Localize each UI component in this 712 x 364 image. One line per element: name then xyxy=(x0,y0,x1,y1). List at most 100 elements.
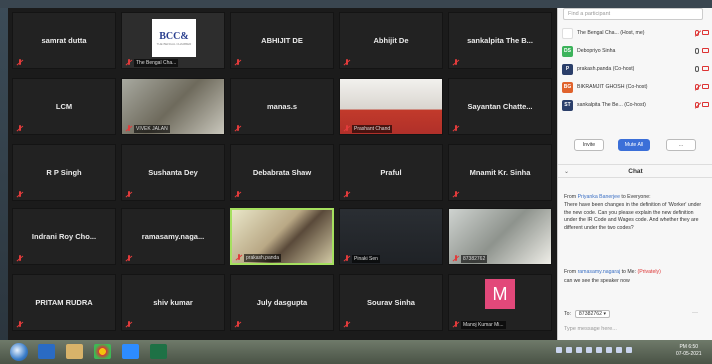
participant-status-icons xyxy=(695,84,709,90)
participant-video-tile[interactable]: prakash.panda xyxy=(230,208,334,265)
participant-video-tile[interactable]: Praful xyxy=(339,144,443,201)
mic-muted-icon xyxy=(452,255,460,262)
participant-search-input[interactable]: Find a participant xyxy=(563,8,703,20)
mute-all-button[interactable]: Mute All xyxy=(618,139,650,151)
participant-video-tile[interactable]: shiv kumar xyxy=(121,274,225,331)
mic-muted-icon[interactable] xyxy=(695,30,699,36)
chat-from-prefix: From xyxy=(564,269,577,275)
participant-row[interactable]: The Bengal Cha... (Host, me) xyxy=(562,25,709,41)
participant-video-tile[interactable]: ramasamy.naga... xyxy=(121,208,225,265)
mic-muted-icon xyxy=(234,321,242,328)
video-off-icon[interactable] xyxy=(702,66,709,71)
participant-name: Indrani Roy Cho... xyxy=(31,231,97,241)
video-off-icon[interactable] xyxy=(702,84,709,89)
participant-video-tile[interactable]: PRITAM RUDRA xyxy=(12,274,116,331)
mic-muted-icon xyxy=(234,191,242,198)
zoom-gallery-view: samrat dutta BCC& THE BENGAL CHAMBER The Be… xyxy=(8,8,556,340)
ie-icon[interactable] xyxy=(38,344,55,359)
chat-recipient-select[interactable]: 87382762 ▾ xyxy=(574,310,611,318)
chat-message-input[interactable]: Type message here... xyxy=(564,326,617,332)
participant-caption: The Bengal Cha... xyxy=(134,59,179,67)
participant-caption: VIVEK JALAN xyxy=(134,125,170,133)
tray-icon[interactable] xyxy=(626,347,632,353)
participant-video-tile[interactable]: July dasgupta xyxy=(230,274,334,331)
video-off-icon[interactable] xyxy=(702,102,709,107)
participant-video-tile[interactable]: Indrani Roy Cho... xyxy=(12,208,116,265)
tray-icon[interactable] xyxy=(606,347,612,353)
chevron-down-icon[interactable]: ⌄ xyxy=(564,168,569,175)
avatar: ST xyxy=(562,99,573,111)
windows-taskbar: PM 6:50 07-05-2021 xyxy=(0,340,712,364)
participant-video-tile[interactable]: ABHIJIT DE xyxy=(230,12,334,69)
participant-video-tile[interactable]: Abhijit De xyxy=(339,12,443,69)
participant-video-tile[interactable]: Debabrata Shaw xyxy=(230,144,334,201)
start-button[interactable] xyxy=(10,343,28,361)
mic-muted-icon[interactable] xyxy=(695,84,699,90)
participant-video-tile[interactable]: manas.s xyxy=(230,78,334,135)
logo-subtitle: THE BENGAL CHAMBER xyxy=(156,41,192,46)
mic-muted-icon xyxy=(452,125,460,132)
participant-row[interactable]: Pprakash.panda (Co-host) xyxy=(562,61,709,77)
taskbar-clock[interactable]: PM 6:50 07-05-2021 xyxy=(676,344,702,358)
participant-video-tile[interactable]: Prashant Chand xyxy=(339,78,443,135)
participant-list-name: sankalpita The Be... (Co-host) xyxy=(577,102,646,108)
mic-icon[interactable] xyxy=(695,48,699,54)
participant-video-tile[interactable]: 87382762 xyxy=(448,208,552,265)
video-off-icon[interactable] xyxy=(702,48,709,53)
more-options-button[interactable]: ... xyxy=(666,139,696,151)
mic-muted-icon xyxy=(343,255,351,262)
chat-sender: ramasamy.nagaraj xyxy=(577,269,621,275)
mic-muted-icon xyxy=(343,321,351,328)
tray-icon[interactable] xyxy=(576,347,582,353)
participant-video-tile[interactable]: Sourav Sinha xyxy=(339,274,443,331)
folder-icon[interactable] xyxy=(66,344,83,359)
chat-message-text: There have been changes in the definitio… xyxy=(564,202,702,231)
participant-video-tile[interactable]: samrat dutta xyxy=(12,12,116,69)
chat-recipient: to Everyone: xyxy=(621,194,651,200)
mic-icon[interactable] xyxy=(695,66,699,72)
participant-caption: Prashant Chand xyxy=(352,125,393,133)
participant-row[interactable]: DS Debopriyo Sinha xyxy=(562,43,709,59)
mic-muted-icon xyxy=(125,125,133,132)
participant-row[interactable]: BG BIKRAMJIT GHOSH (Co-host) xyxy=(562,79,709,95)
zoom-icon[interactable] xyxy=(122,344,139,359)
participant-name: Sayantan Chatte... xyxy=(467,101,533,111)
chrome-icon[interactable] xyxy=(94,344,111,359)
chat-recipient: to Me: xyxy=(621,269,637,275)
tray-icon[interactable] xyxy=(586,347,592,353)
video-off-icon[interactable] xyxy=(702,30,709,35)
avatar: M xyxy=(485,279,515,309)
participant-video-tile[interactable]: BCC& THE BENGAL CHAMBER The Bengal Cha... xyxy=(121,12,225,69)
chat-more-icon[interactable]: ··· xyxy=(692,310,698,316)
participant-name: Abhijit De xyxy=(373,35,409,45)
participant-video-tile[interactable]: sankalpita The B... xyxy=(448,12,552,69)
invite-button[interactable]: Invite xyxy=(574,139,604,151)
tray-icon[interactable] xyxy=(566,347,572,353)
tray-icon[interactable] xyxy=(556,347,562,353)
participant-video-tile[interactable]: Sushanta Dey xyxy=(121,144,225,201)
participant-video-tile[interactable]: Pinaki Sen xyxy=(339,208,443,265)
participant-video-tile[interactable]: Mnamit Kr. Sinha xyxy=(448,144,552,201)
participant-name: ABHIJIT DE xyxy=(261,35,303,45)
participant-video-tile[interactable]: R P Singh xyxy=(12,144,116,201)
participant-list-name: Debopriyo Sinha xyxy=(577,48,616,54)
mic-muted-icon xyxy=(343,191,351,198)
participant-video-tile[interactable]: LCM xyxy=(12,78,116,135)
avatar xyxy=(562,27,573,39)
participant-name: Sourav Sinha xyxy=(367,297,415,307)
mic-muted-icon xyxy=(452,321,460,328)
mic-muted-icon xyxy=(343,125,351,132)
participant-row[interactable]: ST sankalpita The Be... (Co-host) xyxy=(562,97,709,113)
mic-muted-icon[interactable] xyxy=(695,102,699,108)
tray-icon[interactable] xyxy=(596,347,602,353)
participant-caption: 87382762 xyxy=(461,255,488,263)
tray-icon[interactable] xyxy=(616,347,622,353)
mic-muted-icon xyxy=(235,254,243,261)
participant-name: Debabrata Shaw xyxy=(252,167,312,177)
participant-video-tile[interactable]: M Manoj Kumar Mi... xyxy=(448,274,552,331)
participant-video-tile[interactable]: VIVEK JALAN xyxy=(121,78,225,135)
mic-muted-icon xyxy=(234,125,242,132)
participant-caption: Manoj Kumar Mi... xyxy=(461,321,506,329)
excel-icon[interactable] xyxy=(150,344,167,359)
participant-video-tile[interactable]: Sayantan Chatte... xyxy=(448,78,552,135)
